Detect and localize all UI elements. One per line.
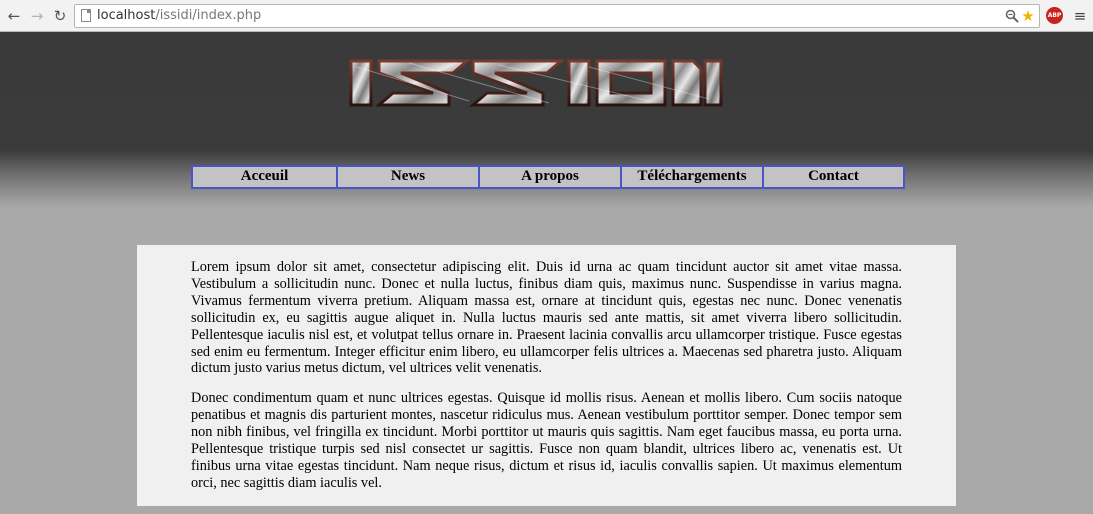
page-icon bbox=[81, 9, 91, 22]
browser-toolbar: ← → ↻ localhost/issidi/index.php ★ ABP ≡ bbox=[0, 0, 1093, 32]
nav-item-contact[interactable]: Contact bbox=[762, 165, 905, 189]
url-host: localhost bbox=[97, 8, 156, 23]
url-path: /issidi/index.php bbox=[155, 8, 262, 23]
main-nav: Acceuil News A propos Téléchargements Co… bbox=[191, 165, 905, 189]
star-icon[interactable]: ★ bbox=[1019, 6, 1037, 26]
site-logo[interactable] bbox=[349, 57, 723, 109]
nav-item-acceuil[interactable]: Acceuil bbox=[191, 165, 338, 189]
paragraph-2: Donec condimentum quam et nunc ultrices … bbox=[191, 390, 902, 491]
hamburger-menu-icon[interactable]: ≡ bbox=[1073, 6, 1087, 26]
url-text[interactable]: localhost/issidi/index.php bbox=[97, 7, 261, 25]
back-arrow-icon[interactable]: ← bbox=[4, 6, 24, 26]
nav-item-news[interactable]: News bbox=[336, 165, 480, 189]
reload-icon[interactable]: ↻ bbox=[50, 6, 70, 26]
paragraph-1: Lorem ipsum dolor sit amet, consectetur … bbox=[191, 259, 902, 377]
forward-arrow-icon[interactable]: → bbox=[27, 6, 47, 26]
address-bar[interactable]: localhost/issidi/index.php ★ bbox=[74, 4, 1040, 28]
content-panel: Lorem ipsum dolor sit amet, consectetur … bbox=[137, 245, 956, 506]
nav-item-a-propos[interactable]: A propos bbox=[478, 165, 622, 189]
nav-item-telechargements[interactable]: Téléchargements bbox=[620, 165, 764, 189]
abp-icon[interactable]: ABP bbox=[1046, 7, 1063, 24]
